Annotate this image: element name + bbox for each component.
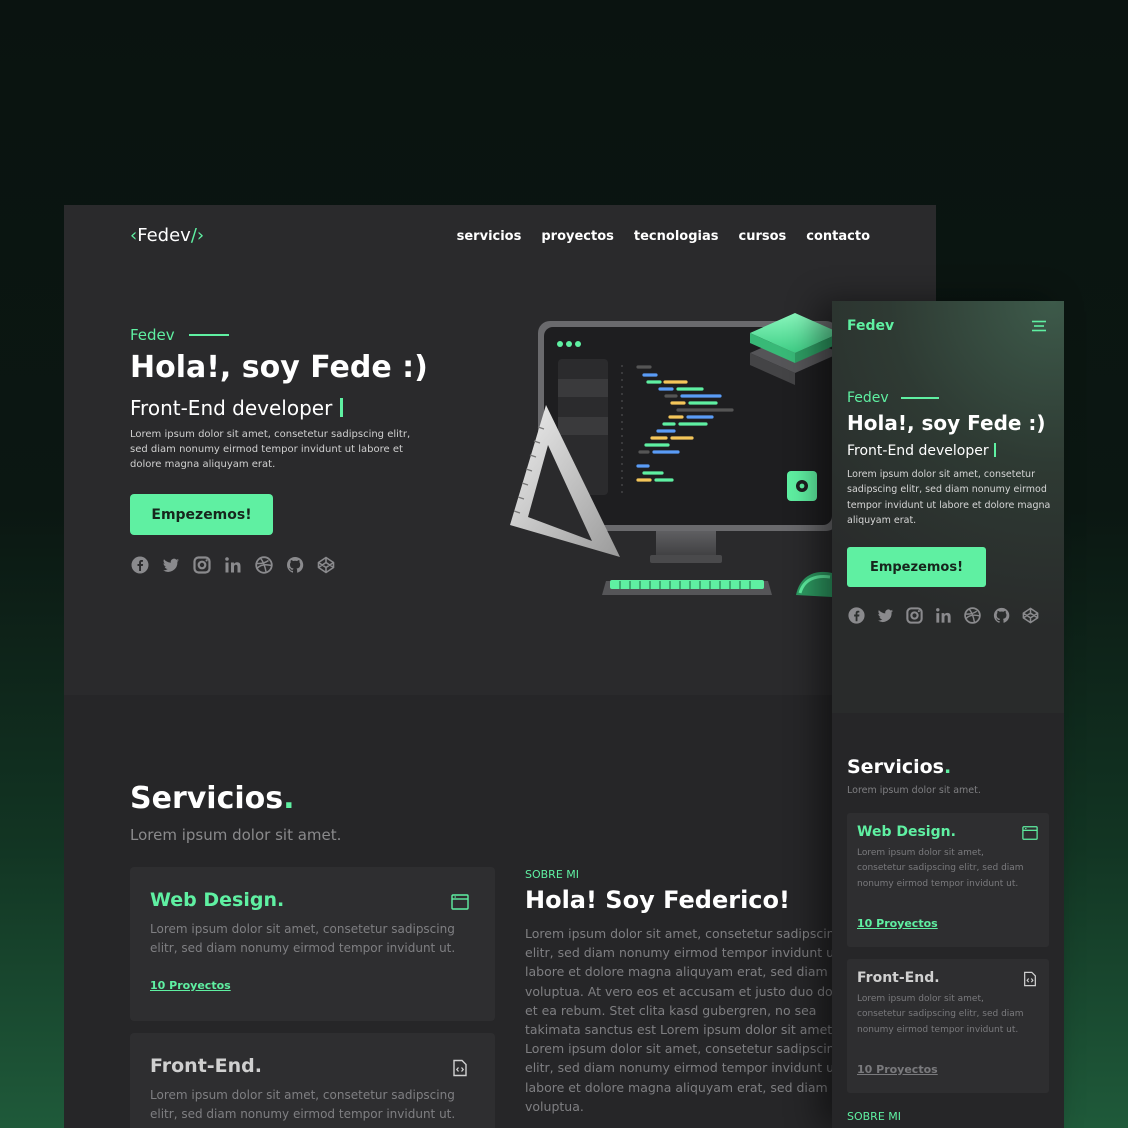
- codepen-icon[interactable]: [316, 555, 336, 575]
- title-dot: .: [283, 781, 295, 816]
- hero-subtitle: Front-End developer: [130, 396, 344, 420]
- projects-link[interactable]: 10 Proyectos: [150, 979, 231, 992]
- mobile-service-card-front-end[interactable]: Front-End. Lorem ipsum dolor sit amet, c…: [847, 959, 1049, 1093]
- codepen-icon[interactable]: [1021, 606, 1040, 625]
- about-line: elitr, sed diam nonumy eirmod tempor inv…: [525, 945, 839, 961]
- card-description: Lorem ipsum dolor sit amet, consetetur s…: [150, 1088, 456, 1121]
- empezemos-button[interactable]: Empezemos!: [130, 494, 273, 535]
- mobile-hero-subtitle: Front-End developer: [847, 443, 996, 459]
- hero-eyebrow: Fedev: [130, 326, 229, 344]
- twitter-icon[interactable]: [161, 555, 181, 575]
- about-title: Hola! Soy Federico!: [525, 886, 790, 914]
- typing-caret: [340, 398, 344, 417]
- about-line: labore et dolore magna aliquyam erat, se…: [525, 1079, 828, 1095]
- mobile-mockup: Fedev Fedev Hola!, soy Fede :) Front-End…: [832, 301, 1064, 1128]
- dribbble-icon[interactable]: [254, 555, 274, 575]
- servicios-title-text: Servicios: [130, 781, 284, 816]
- about-line: takimata sanctus est Lorem ipsum dolor s…: [525, 1022, 837, 1038]
- desktop-mockup: ‹Fedev/› servicios proyectos tecnologias…: [64, 205, 936, 1128]
- hero-section: ‹Fedev/› servicios proyectos tecnologias…: [64, 205, 936, 695]
- servicios-subtitle: Lorem ipsum dolor sit amet.: [130, 826, 342, 844]
- main-nav: servicios proyectos tecnologias cursos c…: [457, 229, 870, 244]
- about-line: voluptua.: [525, 1098, 584, 1114]
- linkedin-icon[interactable]: [223, 555, 243, 575]
- projects-link[interactable]: 10 Proyectos: [857, 917, 938, 930]
- social-links: [130, 555, 336, 575]
- mobile-empezemos-button[interactable]: Empezemos!: [847, 547, 986, 587]
- mobile-service-card-web-design[interactable]: Web Design. Lorem ipsum dolor sit amet, …: [847, 813, 1049, 947]
- mobile-hero-title: Hola!, soy Fede :): [847, 411, 1046, 435]
- logo-bracket-close: /›: [190, 225, 205, 246]
- about-text: Lorem ipsum dolor sit amet, consetetur s…: [525, 924, 845, 1116]
- hamburger-menu-icon[interactable]: [1031, 320, 1047, 332]
- mobile-about-eyebrow: SOBRE MI: [847, 1110, 902, 1123]
- about-line: et ea rebum. Stet clita kasd gubergren, …: [525, 1002, 817, 1018]
- about-line: Lorem ipsum dolor sit amet, consetetur s…: [525, 926, 843, 941]
- browser-window-icon: [1022, 826, 1038, 840]
- mobile-subtitle-text: Front-End developer: [847, 443, 989, 459]
- mobile-eyebrow-text: Fedev: [847, 390, 889, 406]
- github-icon[interactable]: [992, 606, 1011, 625]
- hero-eyebrow-text: Fedev: [130, 326, 175, 344]
- twitter-icon[interactable]: [876, 606, 895, 625]
- eyebrow-line: [188, 334, 229, 336]
- service-card-web-design[interactable]: Web Design. Lorem ipsum dolor sit amet, …: [130, 867, 495, 1021]
- card-title: Front-End.: [150, 1055, 263, 1077]
- card-title: Web Design.: [150, 889, 285, 911]
- about-eyebrow: SOBRE MI: [525, 868, 580, 881]
- instagram-icon[interactable]: [192, 555, 212, 575]
- logo[interactable]: ‹Fedev/›: [130, 225, 204, 246]
- card-description: Lorem ipsum dolor sit amet, consetetur s…: [857, 994, 1024, 1035]
- mobile-logo[interactable]: Fedev: [847, 318, 894, 334]
- title-dot: .: [943, 756, 952, 778]
- code-file-icon: [1024, 971, 1036, 987]
- facebook-icon[interactable]: [847, 606, 866, 625]
- mobile-servicios-title-text: Servicios: [847, 756, 944, 778]
- dribbble-icon[interactable]: [963, 606, 982, 625]
- nav-item-contacto[interactable]: contacto: [806, 229, 870, 244]
- logo-text: Fedev: [137, 225, 191, 246]
- linkedin-icon[interactable]: [934, 606, 953, 625]
- service-card-front-end[interactable]: Front-End. Lorem ipsum dolor sit amet, c…: [130, 1033, 495, 1128]
- about-line: voluptua. At vero eos et accusam et just…: [525, 983, 845, 999]
- mobile-social-links: [847, 606, 1040, 625]
- browser-window-icon: [451, 894, 469, 910]
- nav-item-proyectos[interactable]: proyectos: [541, 229, 614, 244]
- card-title: Web Design.: [857, 824, 956, 840]
- hero-description: Lorem ipsum dolor sit amet, consetetur s…: [130, 429, 411, 470]
- hero-title: Hola!, soy Fede :): [130, 350, 428, 385]
- mobile-hero-description: Lorem ipsum dolor sit amet, consetetur s…: [847, 469, 1051, 526]
- nav-item-servicios[interactable]: servicios: [457, 229, 522, 244]
- card-description: Lorem ipsum dolor sit amet, consetetur s…: [857, 848, 1024, 889]
- about-line: labore et dolore magna aliquyam erat, se…: [525, 964, 828, 980]
- about-line: elitr, sed diam nonumy eirmod tempor inv…: [525, 1060, 839, 1076]
- about-line: Lorem ipsum dolor sit amet, consetetur s…: [525, 1041, 843, 1057]
- github-icon[interactable]: [285, 555, 305, 575]
- instagram-icon[interactable]: [905, 606, 924, 625]
- mobile-hero-eyebrow: Fedev: [847, 390, 939, 406]
- typing-caret: [993, 443, 996, 457]
- servicios-title: Servicios.: [130, 781, 295, 816]
- code-file-icon: [453, 1059, 467, 1077]
- facebook-icon[interactable]: [130, 555, 150, 575]
- card-description: Lorem ipsum dolor sit amet, consetetur s…: [150, 922, 456, 955]
- mobile-servicios-subtitle: Lorem ipsum dolor sit amet.: [847, 785, 981, 796]
- mobile-servicios-title: Servicios.: [847, 756, 951, 778]
- projects-link[interactable]: 10 Proyectos: [857, 1063, 938, 1076]
- hero-subtitle-text: Front-End developer: [130, 396, 333, 420]
- eyebrow-line: [900, 397, 939, 399]
- nav-item-cursos[interactable]: cursos: [738, 229, 786, 244]
- mobile-hero-section: Fedev Fedev Hola!, soy Fede :) Front-End…: [832, 301, 1064, 713]
- card-title: Front-End.: [857, 970, 940, 986]
- nav-item-tecnologias[interactable]: tecnologias: [634, 229, 719, 244]
